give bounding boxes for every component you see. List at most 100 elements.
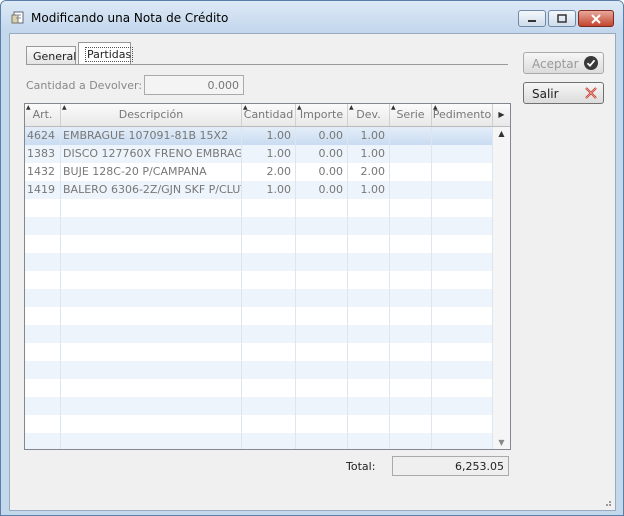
cell-dev (348, 289, 390, 307)
cell-art (25, 397, 61, 415)
sort-indicator-icon: ▲ (297, 104, 302, 111)
cell-desc (61, 397, 242, 415)
cell-dev: 2.00 (348, 163, 390, 181)
column-header-descripcion[interactable]: ▲ Descripción (61, 104, 242, 126)
salir-button[interactable]: Salir (523, 82, 604, 104)
empty-table-row[interactable] (25, 433, 493, 449)
scroll-down-icon[interactable]: ▼ (493, 438, 510, 447)
sort-indicator-icon: ▲ (349, 104, 354, 111)
empty-table-row[interactable] (25, 397, 493, 415)
cell-cantidad: 1.00 (242, 181, 296, 199)
cell-desc (61, 415, 242, 433)
empty-table-row[interactable] (25, 217, 493, 235)
empty-table-row[interactable] (25, 415, 493, 433)
table-row[interactable]: 4624 EMBRAGUE 107091-81B 15X2 1.00 0.00 1.00 (25, 127, 493, 145)
cell-importe: 0.00 (296, 127, 348, 145)
cell-dev (348, 271, 390, 289)
tab-partidas[interactable]: Partidas (78, 42, 134, 65)
cell-pedimento (432, 127, 493, 145)
maximize-icon (557, 14, 567, 23)
empty-table-row[interactable] (25, 307, 493, 325)
arrow-right-icon: ▶ (498, 110, 505, 119)
column-header-dev[interactable]: ▲ Dev. (348, 104, 390, 126)
cell-art: 1419 (25, 181, 61, 199)
empty-table-row[interactable] (25, 325, 493, 343)
empty-table-row[interactable] (25, 235, 493, 253)
empty-table-row[interactable] (25, 379, 493, 397)
cell-dev (348, 325, 390, 343)
cell-pedimento (432, 235, 493, 253)
cell-dev (348, 361, 390, 379)
cell-pedimento (432, 361, 493, 379)
cell-desc (61, 325, 242, 343)
cell-serie (390, 307, 432, 325)
table-row[interactable]: 1383DISCO 127760X FRENO EMBRAGUE 21.000.… (25, 145, 493, 163)
cell-serie (390, 361, 432, 379)
maximize-button[interactable] (548, 10, 576, 27)
cell-cantidad (242, 235, 296, 253)
column-header-label: Cantidad (243, 108, 294, 121)
cell-desc: BALERO 6306-2Z/GJN SKF P/CLUTCH (61, 181, 242, 199)
column-header-art[interactable]: ▲ Art. (25, 104, 61, 126)
cell-cantidad (242, 361, 296, 379)
scroll-up-icon[interactable]: ▲ (493, 129, 510, 138)
column-header-serie[interactable]: ▲ Serie (390, 104, 432, 126)
cell-serie (390, 415, 432, 433)
cell-desc (61, 253, 242, 271)
cell-art: 1383 (25, 145, 61, 163)
cell-cantidad: 1.00 (242, 145, 296, 163)
column-header-cantidad[interactable]: ▲ Cantidad (242, 104, 296, 126)
cantidad-a-devolver-field[interactable]: 0.000 (144, 75, 244, 95)
cell-desc: DISCO 127760X FRENO EMBRAGUE 2 (61, 145, 242, 163)
cell-desc: BUJE 128C-20 P/CAMPANA (61, 163, 242, 181)
title-bar[interactable]: Modificando una Nota de Crédito (1, 1, 623, 33)
cell-importe (296, 397, 348, 415)
empty-table-row[interactable] (25, 253, 493, 271)
cell-dev (348, 235, 390, 253)
empty-table-row[interactable] (25, 271, 493, 289)
vertical-scrollbar[interactable]: ▲ ▼ (493, 127, 510, 449)
empty-table-row[interactable] (25, 343, 493, 361)
table-row[interactable]: 1432 BUJE 128C-20 P/CAMPANA 2.00 0.00 2.00 (25, 163, 493, 181)
cantidad-label: Cantidad a Devolver: (26, 79, 143, 92)
cell-cantidad (242, 253, 296, 271)
minimize-icon (528, 19, 536, 22)
checkmark-icon (584, 56, 598, 70)
sort-indicator-icon: ▲ (243, 104, 248, 111)
cell-pedimento (432, 199, 493, 217)
cell-serie (390, 127, 432, 145)
column-header-pedimento[interactable]: ▲ Pedimento (432, 104, 493, 126)
cell-importe (296, 217, 348, 235)
tab-general[interactable]: General (26, 46, 76, 64)
cell-importe (296, 433, 348, 449)
empty-table-row[interactable] (25, 199, 493, 217)
cell-art (25, 343, 61, 361)
partidas-grid[interactable]: ▲ Art. ▲ Descripción ▲ Cantidad ▲ Importe ▲ D… (24, 103, 511, 450)
cell-serie (390, 181, 432, 199)
empty-table-row[interactable] (25, 361, 493, 379)
scroll-right-button[interactable]: ▶ (493, 104, 510, 126)
cell-serie (390, 163, 432, 181)
column-header-label: Descripción (118, 108, 184, 121)
window-title: Modificando una Nota de Crédito (31, 11, 229, 25)
column-header-label: Pedimento (432, 108, 492, 121)
cell-cantidad (242, 397, 296, 415)
cell-serie (390, 433, 432, 449)
cell-art: 4624 (25, 127, 61, 145)
column-header-importe[interactable]: ▲ Importe (296, 104, 348, 126)
cell-pedimento (432, 289, 493, 307)
empty-table-row[interactable] (25, 289, 493, 307)
cell-serie (390, 199, 432, 217)
minimize-button[interactable] (518, 10, 546, 27)
aceptar-button[interactable]: Aceptar (523, 52, 604, 74)
document-icon (11, 11, 24, 24)
cell-desc (61, 307, 242, 325)
table-row[interactable]: 1419BALERO 6306-2Z/GJN SKF P/CLUTCH1.000… (25, 181, 493, 199)
cell-pedimento (432, 379, 493, 397)
cell-serie (390, 145, 432, 163)
cell-dev (348, 307, 390, 325)
close-button[interactable] (578, 10, 614, 27)
cell-cantidad (242, 217, 296, 235)
column-header-label: Art. (32, 108, 53, 121)
resize-grip-icon[interactable] (602, 497, 612, 507)
